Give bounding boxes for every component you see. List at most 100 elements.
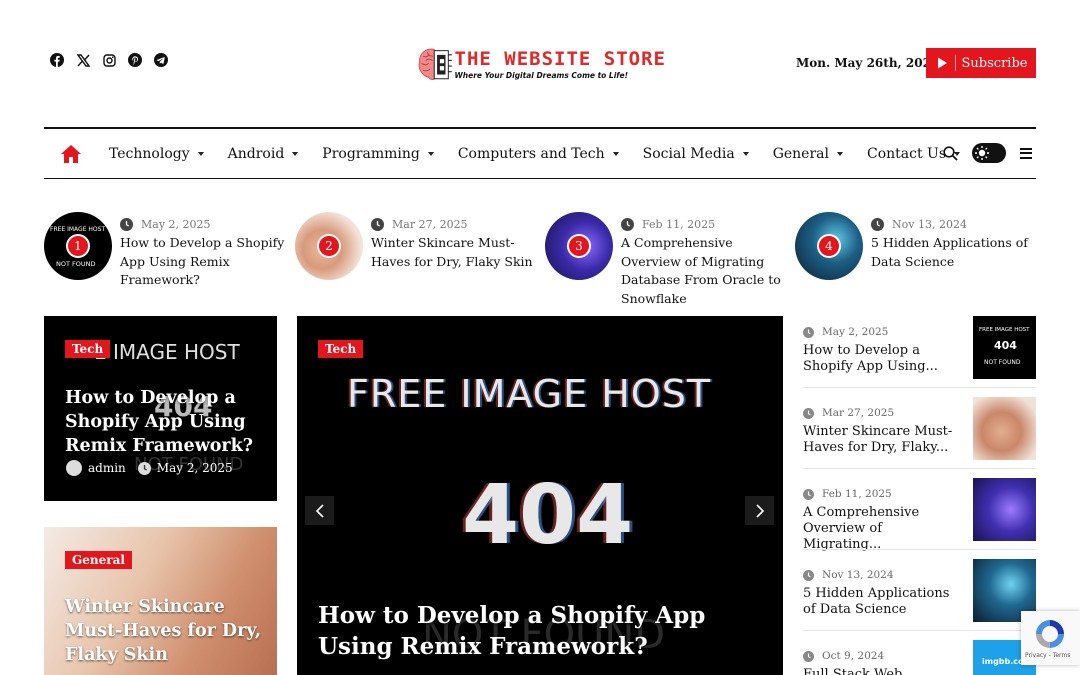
avatar (66, 460, 82, 476)
slider-prev-button[interactable] (305, 496, 334, 525)
hero-slider[interactable]: FREE IMAGE HOST 404 NOT FOUND Tech How t… (297, 316, 783, 675)
instagram-icon[interactable] (102, 52, 116, 68)
nav-label: Technology (109, 145, 190, 162)
trending-item[interactable]: 2 Mar 27, 2025 Winter Skincare Must-Have… (295, 212, 540, 292)
rank-badge: 1 (66, 234, 90, 258)
x-icon[interactable] (76, 52, 90, 68)
chevron-down-icon (427, 151, 434, 156)
list-item[interactable]: Oct 9, 2024 Full Stack Web imgbb.com (803, 640, 1036, 675)
list-item[interactable]: Mar 27, 2025 Winter Skincare Must-Haves … (803, 397, 1036, 461)
hero-title[interactable]: How to Develop a Shopify App Using Remix… (318, 600, 758, 662)
play-icon (937, 57, 947, 69)
list-divider (803, 387, 1036, 388)
post-meta: Mar 27, 2025 (371, 218, 468, 231)
rank-badge: 3 (567, 234, 591, 258)
trending-item[interactable]: FREE IMAGE HOST NOT FOUND 1 May 2, 2025 … (44, 212, 289, 292)
dark-mode-toggle[interactable] (972, 143, 1006, 163)
nav-label: Android (227, 145, 285, 162)
list-divider (803, 549, 1036, 550)
clock-icon (803, 650, 814, 662)
thumb-text: 404 (994, 339, 1017, 352)
trending-item[interactable]: 3 Feb 11, 2025 A Comprehensive Overview … (545, 212, 790, 306)
list-thumbnail: FREE IMAGE HOST 404 NOT FOUND (973, 316, 1036, 379)
post-date: Mar 27, 2025 (392, 218, 468, 231)
post-date: Nov 13, 2024 (892, 218, 967, 231)
post-title[interactable]: How to Develop a Shopify App Using... (803, 343, 963, 375)
facebook-icon[interactable] (50, 52, 64, 68)
chevron-down-icon (836, 151, 843, 156)
nav-item-social-media[interactable]: Social Media (643, 146, 749, 162)
chevron-down-icon (612, 151, 619, 156)
list-divider (803, 468, 1036, 469)
clock-icon (371, 218, 384, 231)
chevron-down-icon (292, 151, 299, 156)
brain-chip-icon (418, 48, 452, 81)
post-title[interactable]: 5 Hidden Applications of Data Science (803, 586, 963, 618)
post-meta: Oct 9, 2024 (803, 650, 884, 662)
list-item[interactable]: Feb 11, 2025 A Comprehensive Overview of… (803, 478, 1036, 552)
nav-label: General (772, 145, 829, 162)
search-icon[interactable] (943, 145, 958, 161)
nav-item-android[interactable]: Android (228, 146, 299, 162)
post-meta: Nov 13, 2024 (803, 569, 894, 581)
card-title[interactable]: Winter Skincare Must-Haves for Dry, Flak… (65, 595, 265, 667)
site-logo[interactable]: THE WEBSITE STORE Where Your Digital Dre… (416, 36, 666, 92)
nav-label: Contact Us (866, 145, 947, 162)
chevron-down-icon (742, 151, 749, 156)
list-item[interactable]: Nov 13, 2024 5 Hidden Applications of Da… (803, 559, 1036, 623)
pinterest-icon[interactable] (128, 52, 142, 68)
subscribe-divider (954, 55, 956, 71)
clock-icon (803, 326, 814, 338)
nav-item-general[interactable]: General (773, 146, 843, 162)
slider-next-button[interactable] (745, 496, 774, 525)
thumb-text: NOT FOUND (56, 260, 96, 268)
nav-item-computers-and-tech[interactable]: Computers and Tech (458, 146, 619, 162)
post-title[interactable]: Winter Skincare Must-Haves for Dry, Flak… (371, 234, 541, 271)
nav-item-technology[interactable]: Technology (109, 146, 204, 162)
post-title[interactable]: Winter Skincare Must-Haves for Dry, Flak… (803, 424, 963, 456)
clock-icon (137, 461, 151, 475)
menu-icon[interactable] (1020, 147, 1032, 159)
hero-bg-text: FREE IMAGE HOST (347, 372, 712, 416)
post-meta: May 2, 2025 (120, 218, 211, 231)
nav-label: Computers and Tech (457, 145, 605, 162)
rank-badge: 4 (817, 234, 841, 258)
clock-icon (871, 218, 884, 231)
chevron-left-icon (315, 503, 324, 518)
nav-item-programming[interactable]: Programming (322, 146, 434, 162)
post-title[interactable]: Full Stack Web (803, 667, 963, 675)
category-badge[interactable]: Tech (318, 340, 364, 358)
category-badge[interactable]: General (65, 551, 132, 569)
post-title[interactable]: A Comprehensive Overview of Migrating Da… (621, 234, 791, 308)
post-date: Nov 13, 2024 (822, 569, 894, 581)
clock-icon (803, 407, 814, 419)
recaptcha-badge[interactable]: Privacy - Terms (1021, 611, 1080, 665)
recaptcha-terms[interactable]: Privacy - Terms (1025, 652, 1070, 659)
clock-icon (803, 569, 814, 581)
post-meta: Feb 11, 2025 (621, 218, 715, 231)
featured-card[interactable]: E IMAGE HOST 404 NOT FOUND Tech How to D… (44, 316, 277, 501)
list-item[interactable]: May 2, 2025 How to Develop a Shopify App… (803, 316, 1036, 380)
clock-icon (621, 218, 634, 231)
post-title[interactable]: A Comprehensive Overview of Migrating... (803, 505, 963, 553)
nav-label: Programming (322, 145, 420, 162)
telegram-icon[interactable] (154, 52, 168, 68)
author-name[interactable]: admin (88, 461, 126, 475)
subscribe-button[interactable]: Subscribe (926, 48, 1036, 78)
card-title[interactable]: How to Develop a Shopify App Using Remix… (65, 386, 265, 458)
post-title[interactable]: How to Develop a Shopify App Using Remix… (120, 234, 290, 290)
post-date: Oct 9, 2024 (822, 650, 885, 662)
post-date: Mar 27, 2025 (822, 407, 895, 419)
featured-card[interactable]: General Winter Skincare Must-Haves for D… (44, 527, 277, 675)
thumb-text: FREE IMAGE HOST (979, 327, 1030, 333)
list-divider (803, 630, 1036, 631)
social-links (50, 52, 168, 68)
trending-item[interactable]: 4 Nov 13, 2024 5 Hidden Applications of … (795, 212, 1040, 292)
category-badge[interactable]: Tech (65, 340, 111, 358)
card-bg-text: E IMAGE HOST (94, 340, 240, 364)
post-date: May 2, 2025 (822, 326, 889, 338)
post-title[interactable]: 5 Hidden Applications of Data Science (871, 234, 1041, 271)
home-icon[interactable] (59, 142, 83, 166)
post-date: Feb 11, 2025 (822, 488, 892, 500)
logo-title: THE WEBSITE STORE (454, 48, 666, 70)
